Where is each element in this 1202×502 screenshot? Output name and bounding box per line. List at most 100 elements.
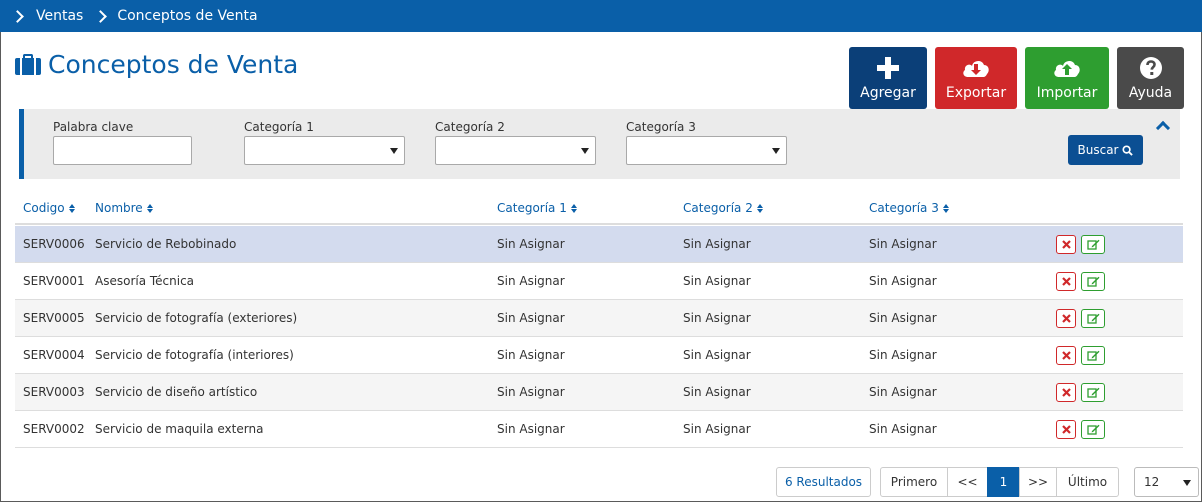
cell-category1: Sin Asignar [497,385,565,399]
breadcrumb-item-ventas[interactable]: Ventas [36,8,83,24]
category2-select[interactable] [435,136,596,165]
add-button-label: Agregar [860,85,916,101]
cloud-download-icon [963,60,989,77]
briefcase-icon [15,54,41,75]
chevron-right-icon [94,9,108,23]
cell-category2: Sin Asignar [683,274,751,288]
cell-category1: Sin Asignar [497,274,565,288]
column-header-categoria2[interactable]: Categoría 2 [683,201,763,215]
edit-button[interactable] [1081,383,1105,402]
cell-code: SERV0003 [23,385,85,399]
first-page-button[interactable]: Primero [880,467,948,497]
search-icon [1122,144,1134,156]
delete-icon [1061,314,1071,323]
cell-category2: Sin Asignar [683,422,751,436]
delete-icon [1061,277,1071,286]
category2-label: Categoría 2 [435,120,505,134]
question-circle-icon [1139,57,1162,79]
table-row[interactable]: SERV0005 Servicio de fotografía (exterio… [15,300,1183,337]
edit-button[interactable] [1081,420,1105,439]
next-page-button[interactable]: >> [1019,467,1057,497]
last-page-button[interactable]: Último [1056,467,1119,497]
breadcrumb: Ventas Conceptos de Venta [0,0,1202,32]
edit-icon [1086,276,1099,287]
delete-icon [1061,388,1071,397]
cell-category3: Sin Asignar [869,311,937,325]
category1-select[interactable] [244,136,405,165]
cell-category1: Sin Asignar [497,237,565,251]
table-header: Codigo Nombre Categoría 1 Categoría 2 Ca… [15,193,1183,225]
prev-page-button[interactable]: << [947,467,988,497]
breadcrumb-item-current: Conceptos de Venta [117,8,258,24]
results-count: 6 Resultados [776,467,871,497]
column-header-categoria1[interactable]: Categoría 1 [497,201,577,215]
cell-category1: Sin Asignar [497,311,565,325]
edit-icon [1086,387,1099,398]
column-header-categoria3[interactable]: Categoría 3 [869,201,949,215]
column-header-codigo[interactable]: Codigo [23,201,75,215]
help-button[interactable]: Ayuda [1117,47,1184,109]
edit-icon [1086,313,1099,324]
table-row[interactable]: SERV0002 Servicio de maquila externa Sin… [15,411,1183,448]
delete-button[interactable] [1056,272,1076,291]
delete-button[interactable] [1056,420,1076,439]
export-button[interactable]: Exportar [935,47,1017,109]
cell-category2: Sin Asignar [683,237,751,251]
cell-category1: Sin Asignar [497,348,565,362]
cell-code: SERV0002 [23,422,85,436]
export-button-label: Exportar [945,85,1007,101]
sort-icon [756,203,763,213]
cell-name: Servicio de maquila externa [95,422,264,436]
edit-button[interactable] [1081,309,1105,328]
page-size-select[interactable]: 12 [1134,467,1199,497]
sort-icon [68,203,75,213]
chevron-right-icon [11,9,24,23]
cell-category2: Sin Asignar [683,385,751,399]
cell-category1: Sin Asignar [497,422,565,436]
delete-button[interactable] [1056,383,1076,402]
sort-icon [570,203,577,213]
cell-code: SERV0004 [23,348,85,362]
cell-category3: Sin Asignar [869,274,937,288]
cloud-upload-icon [1054,60,1080,77]
dropdown-arrow-icon [581,148,589,154]
help-button-label: Ayuda [1128,85,1173,101]
cell-code: SERV0001 [23,274,85,288]
cell-code: SERV0006 [23,237,85,251]
keyword-input[interactable] [53,136,192,165]
delete-button[interactable] [1056,346,1076,365]
dropdown-arrow-icon [1183,480,1191,486]
delete-button[interactable] [1056,309,1076,328]
column-header-nombre[interactable]: Nombre [95,201,153,215]
add-button[interactable]: Agregar [849,47,927,109]
table-row[interactable]: SERV0004 Servicio de fotografía (interio… [15,337,1183,374]
delete-icon [1061,425,1071,434]
page-title: Conceptos de Venta [15,50,298,79]
import-button[interactable]: Importar [1025,47,1109,109]
category3-label: Categoría 3 [626,120,696,134]
edit-icon [1086,424,1099,435]
dropdown-arrow-icon [390,148,398,154]
delete-icon [1061,240,1071,249]
cell-category3: Sin Asignar [869,237,937,251]
edit-icon [1086,350,1099,361]
page-size-value: 12 [1144,475,1160,489]
page-1-button[interactable]: 1 [987,467,1020,497]
sort-icon [942,203,949,213]
category3-select[interactable] [626,136,787,165]
edit-button[interactable] [1081,235,1105,254]
table-row[interactable]: SERV0003 Servicio de diseño artístico Si… [15,374,1183,411]
cell-name: Asesoría Técnica [95,274,195,288]
cell-category2: Sin Asignar [683,348,751,362]
table-row[interactable]: SERV0006 Servicio de Rebobinado Sin Asig… [15,226,1183,263]
cell-category3: Sin Asignar [869,348,937,362]
table-row[interactable]: SERV0001 Asesoría Técnica Sin Asignar Si… [15,263,1183,300]
plus-icon [877,57,899,79]
cell-name: Servicio de Rebobinado [95,237,237,251]
chevron-up-icon[interactable] [1155,120,1171,136]
edit-button[interactable] [1081,346,1105,365]
delete-button[interactable] [1056,235,1076,254]
search-button[interactable]: Buscar [1068,135,1143,165]
edit-button[interactable] [1081,272,1105,291]
cell-name: Servicio de diseño artístico [95,385,258,399]
